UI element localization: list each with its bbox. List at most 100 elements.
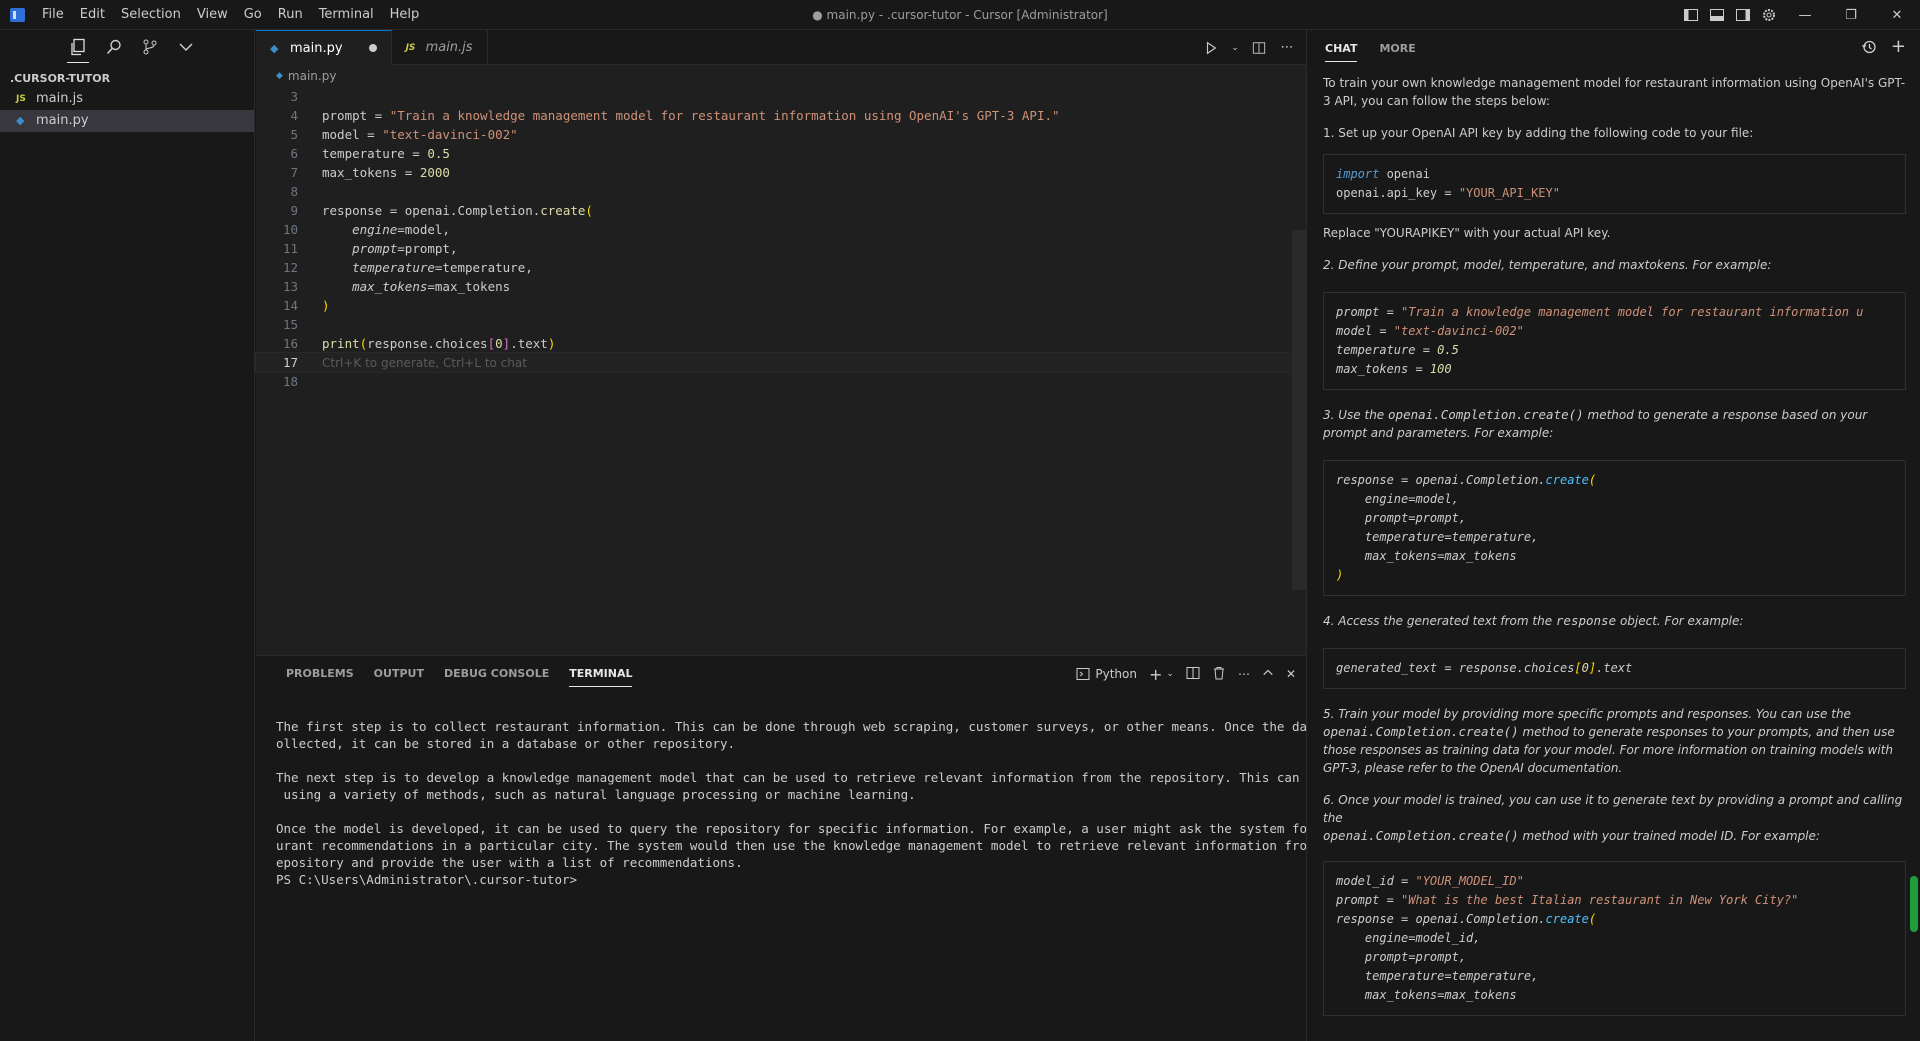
code-string: "What is the best Italian restaurant in …: [1401, 893, 1799, 907]
tab-main-js[interactable]: JS main.js: [392, 30, 488, 65]
chat-text-part: method with your trained model ID. For e…: [1518, 829, 1820, 843]
chevron-down-icon[interactable]: ⌄: [1166, 669, 1174, 679]
inline-code: openai.Completion.create(): [1323, 724, 1519, 739]
new-terminal-icon[interactable]: +: [1149, 665, 1162, 684]
toggle-primary-sidebar-icon[interactable]: [1678, 0, 1704, 30]
chat-text-part: 5. Train your model by providing more sp…: [1323, 707, 1851, 721]
toggle-secondary-sidebar-icon[interactable]: [1730, 0, 1756, 30]
terminal-line: epository and provide the user with a li…: [276, 855, 743, 870]
chevron-down-icon[interactable]: [175, 34, 197, 60]
code-block[interactable]: response = openai.Completion.create( eng…: [1323, 460, 1906, 596]
history-icon[interactable]: [1861, 39, 1877, 59]
code-token: prompt=prompt,: [1336, 511, 1467, 525]
run-icon[interactable]: [1202, 39, 1220, 57]
toggle-panel-icon[interactable]: [1704, 0, 1730, 30]
code-bracket: (: [585, 203, 593, 218]
chat-scrollbar-thumb[interactable]: [1910, 876, 1918, 932]
code-token: max_tokens =: [1336, 362, 1430, 376]
workspace-folder-title[interactable]: .CURSOR-TUTOR: [0, 64, 254, 88]
split-editor-icon[interactable]: [1250, 39, 1268, 57]
code-block[interactable]: prompt = "Train a knowledge management m…: [1323, 292, 1906, 390]
explorer-files-icon[interactable]: [67, 34, 89, 63]
menu-file[interactable]: File: [34, 0, 72, 30]
editor-group: ◆ main.py JS main.js ⌄ ⋯ ◆ main.py 3 4 pr…: [255, 30, 1307, 655]
code-bracket: ): [547, 336, 556, 351]
js-file-icon: JS: [405, 42, 416, 53]
tab-chat[interactable]: CHAT: [1325, 41, 1367, 62]
chat-text-part: object. For example:: [1616, 614, 1744, 628]
terminal-prompt[interactable]: PS C:\Users\Administrator\.cursor-tutor>: [276, 871, 1306, 888]
code-block[interactable]: model_id = "YOUR_MODEL_ID" prompt = "Wha…: [1323, 861, 1906, 1016]
sidebar-view-tabs: [0, 30, 254, 64]
window-controls: — ❐ ✕: [1678, 0, 1920, 30]
explorer-sidebar: .CURSOR-TUTOR JS main.js ◆ main.py: [0, 30, 255, 1041]
code-line: 7 max_tokens = 2000: [256, 163, 1306, 182]
tab-problems[interactable]: PROBLEMS: [276, 656, 364, 692]
editor-scrollbar[interactable]: [1292, 118, 1306, 655]
code-line: 18: [256, 372, 1306, 391]
restore-button[interactable]: ❐: [1828, 0, 1874, 30]
menu-terminal[interactable]: Terminal: [311, 0, 382, 30]
title-bar: File Edit Selection View Go Run Terminal…: [0, 0, 1920, 30]
tab-label: DEBUG CONSOLE: [443, 667, 550, 680]
terminal-output[interactable]: The first step is to collect restaurant …: [256, 692, 1360, 888]
more-actions-icon[interactable]: ⋯: [1278, 39, 1296, 57]
menu-view[interactable]: View: [189, 0, 236, 30]
terminal-line: ollected, it can be stored in a database…: [276, 736, 736, 751]
code-token: prompt =: [322, 108, 390, 123]
chat-text-part: 6. Once your model is trained, you can u…: [1323, 793, 1903, 825]
code-number: 0.5: [1437, 343, 1459, 357]
code-token: max_tokens =: [322, 165, 420, 180]
maximize-panel-icon[interactable]: [1262, 667, 1274, 682]
search-icon[interactable]: [103, 34, 125, 60]
file-main-js[interactable]: JS main.js: [0, 88, 254, 110]
unsaved-dot-icon[interactable]: [368, 44, 377, 52]
close-panel-icon[interactable]: ✕: [1286, 667, 1296, 681]
code-token: openai.api_key =: [1336, 186, 1459, 200]
gear-icon[interactable]: [1756, 0, 1782, 30]
code-token: max_tokens=max_tokens: [1336, 988, 1517, 1002]
code-line: 3: [256, 87, 1306, 106]
code-token: response = openai.Completion.: [1336, 912, 1546, 926]
code-token: temperature=temperature,: [1336, 530, 1539, 544]
tab-output[interactable]: OUTPUT: [364, 656, 434, 692]
more-actions-icon[interactable]: ⋯: [1238, 667, 1250, 681]
code-editor[interactable]: 3 4 prompt = "Train a knowledge managemen…: [255, 87, 1307, 391]
tab-main-py[interactable]: ◆ main.py: [256, 30, 392, 65]
tab-label: main.py: [290, 40, 343, 56]
breadcrumb-file[interactable]: main.py: [288, 69, 337, 83]
terminal-line: urant recommendations in a particular ci…: [276, 838, 1360, 853]
menu-selection[interactable]: Selection: [113, 0, 189, 30]
split-terminal-icon[interactable]: [1186, 666, 1200, 683]
tab-more[interactable]: MORE: [1379, 42, 1425, 55]
code-bracket: (: [1588, 912, 1597, 926]
chat-header: CHAT MORE +: [1307, 30, 1920, 66]
code-function: print: [322, 336, 360, 351]
code-token: =max_tokens: [427, 279, 511, 294]
code-bracket: [: [1574, 661, 1582, 675]
scrollbar-thumb[interactable]: [1292, 230, 1306, 590]
source-control-icon[interactable]: [139, 34, 161, 60]
ai-chat-panel: CHAT MORE + To train your own knowledge …: [1306, 30, 1920, 1041]
trash-icon[interactable]: [1212, 666, 1226, 683]
close-button[interactable]: ✕: [1874, 0, 1920, 30]
app-logo-icon[interactable]: [10, 8, 25, 22]
menu-run[interactable]: Run: [270, 0, 311, 30]
js-file-icon: JS: [16, 94, 26, 104]
code-param: temperature: [352, 260, 435, 275]
menu-go[interactable]: Go: [236, 0, 270, 30]
minimize-button[interactable]: —: [1782, 0, 1828, 30]
menu-help[interactable]: Help: [382, 0, 428, 30]
line-number: 9: [290, 203, 298, 218]
code-block[interactable]: import openai openai.api_key = "YOUR_API…: [1323, 154, 1906, 214]
file-main-py[interactable]: ◆ main.py: [0, 110, 254, 132]
terminal-selector[interactable]: Python: [1076, 667, 1137, 681]
new-chat-icon[interactable]: +: [1891, 38, 1906, 59]
tab-debug-console[interactable]: DEBUG CONSOLE: [434, 656, 559, 692]
line-number: 13: [282, 279, 298, 294]
chevron-down-icon[interactable]: ⌄: [1230, 39, 1240, 57]
code-block[interactable]: generated_text = response.choices[0].tex…: [1323, 648, 1906, 689]
menu-edit[interactable]: Edit: [72, 0, 113, 30]
tab-label: main.js: [425, 40, 473, 55]
tab-terminal[interactable]: TERMINAL: [559, 656, 642, 692]
